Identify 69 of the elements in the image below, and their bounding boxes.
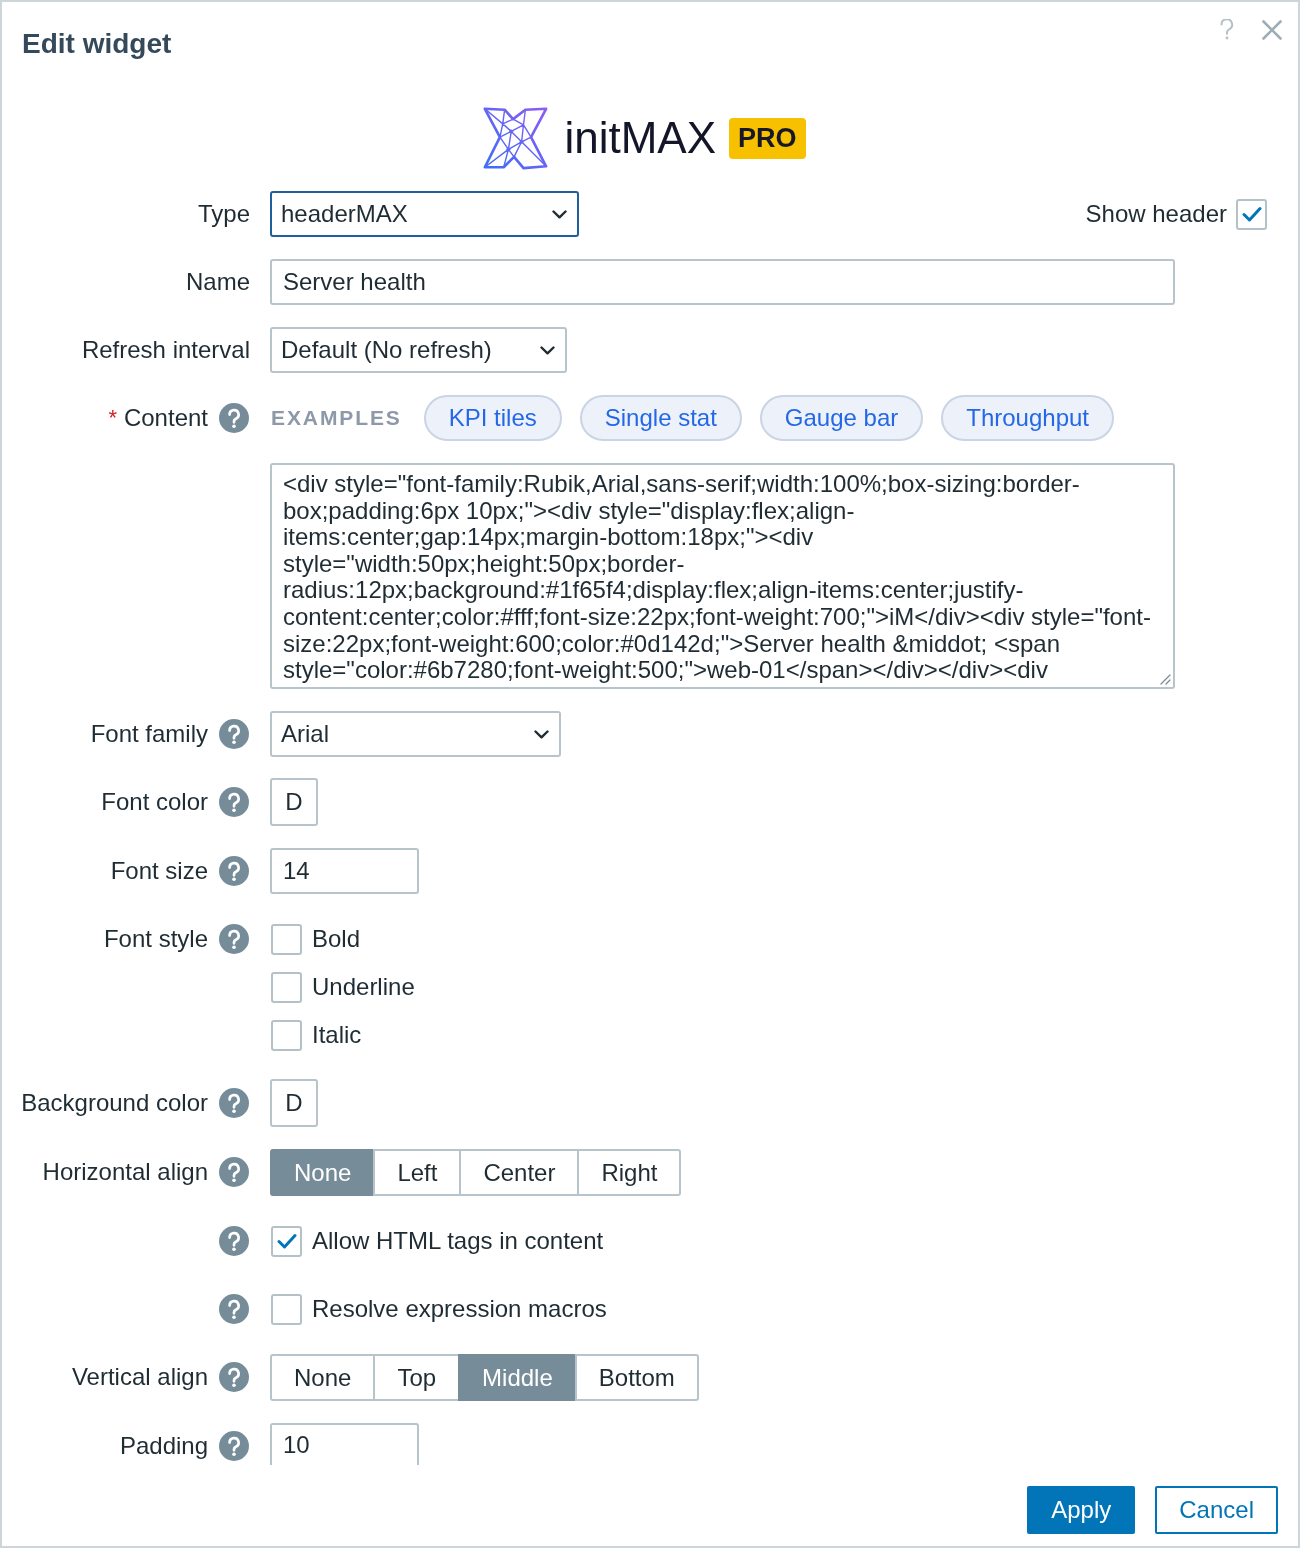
field-label: Font family <box>90 720 208 748</box>
font-size-input[interactable]: 14 <box>270 848 419 894</box>
checkbox[interactable] <box>271 923 302 955</box>
align-option[interactable]: Left <box>373 1149 462 1196</box>
field-label: Refresh interval <box>81 336 250 364</box>
caret-icon <box>552 209 567 219</box>
font-color-button[interactable]: D <box>270 778 318 826</box>
example-button[interactable]: Gauge bar <box>759 395 924 441</box>
field-label: Type <box>197 200 250 228</box>
pro-badge: PRO <box>729 117 806 159</box>
align-option[interactable]: Top <box>373 1354 461 1401</box>
help-icon[interactable] <box>219 1088 249 1118</box>
field-label: Font color <box>101 788 208 816</box>
checkbox-label: Show header <box>1085 200 1227 228</box>
help-icon[interactable] <box>219 856 249 886</box>
padding-input[interactable]: 10 <box>270 1423 419 1465</box>
help-icon[interactable] <box>219 1431 249 1461</box>
checkbox-label: Bold <box>312 925 361 953</box>
name-input[interactable]: Server health <box>270 259 1175 305</box>
background-color-button[interactable]: D <box>270 1079 318 1127</box>
checkbox[interactable] <box>271 1019 302 1051</box>
checkbox[interactable] <box>1236 198 1267 230</box>
required-marker: * <box>108 405 117 431</box>
help-icon[interactable] <box>219 1226 249 1256</box>
apply-button[interactable]: Apply <box>1027 1486 1136 1534</box>
checkbox-label: Underline <box>312 973 415 1001</box>
example-button[interactable]: Single stat <box>579 395 742 441</box>
type-select[interactable]: headerMAX <box>270 191 579 237</box>
caret-icon <box>540 345 555 355</box>
help-icon[interactable] <box>219 1157 249 1187</box>
help-icon[interactable] <box>219 787 249 817</box>
example-button[interactable]: KPI tiles <box>423 395 562 441</box>
field-label: Name <box>185 268 250 296</box>
field-label: Horizontal align <box>42 1158 208 1186</box>
checkbox[interactable] <box>271 971 302 1003</box>
logo-wordmark: initMAX <box>564 113 717 163</box>
resize-grip-icon[interactable] <box>1159 673 1171 685</box>
checkbox[interactable] <box>271 1225 302 1257</box>
field-label: Background color <box>21 1089 208 1117</box>
help-icon[interactable] <box>219 719 249 749</box>
example-button[interactable]: Throughput <box>941 395 1115 441</box>
help-icon[interactable] <box>1220 19 1234 40</box>
help-icon[interactable] <box>219 403 249 433</box>
field-label: Vertical align <box>71 1363 208 1391</box>
caret-icon <box>534 729 549 739</box>
checkbox-label: Italic <box>312 1021 362 1049</box>
checkbox-label: Allow HTML tags in content <box>312 1227 604 1255</box>
help-icon[interactable] <box>219 1294 249 1324</box>
check-icon <box>1241 206 1262 222</box>
align-option[interactable]: Bottom <box>574 1354 699 1401</box>
dialog-title: Edit widget <box>22 27 172 61</box>
align-option[interactable]: None <box>270 1354 376 1401</box>
close-icon[interactable] <box>1262 19 1282 40</box>
checkbox[interactable] <box>271 1293 302 1325</box>
field-label: Font size <box>110 857 208 885</box>
check-icon <box>276 1233 297 1249</box>
refresh-interval-select[interactable]: Default (No refresh) <box>270 327 567 373</box>
field-label: Padding <box>119 1432 208 1460</box>
cancel-button[interactable]: Cancel <box>1155 1486 1278 1534</box>
font-family-select[interactable]: Arial <box>270 711 561 757</box>
content-textarea[interactable]: <div style="font-family:Rubik,Arial,sans-serif;width:100%;box-sizing:border-box;padding:6px 10px;"><div style="display:flex;align-items:center;gap:14px;margin-bottom:18px;"><div style="width:50px;height:50px;border-radius:12px;background:#1f65f4;display:flex;align-items:center;justify-content:center;color:#fff;font-size:22px;font-weight:700;">iM</div><div style="font-size:22px;font-weight:600;color:#0d142d;">Server health &middot; <span style="color:#6b7280;font-weight:500;">web-01</span></div></div><div <box>270 463 1175 689</box>
field-label: Content <box>123 404 208 432</box>
examples-label: EXAMPLES <box>271 406 402 430</box>
help-icon[interactable] <box>219 924 249 954</box>
align-option[interactable]: Right <box>577 1149 682 1196</box>
checkbox-label: Resolve expression macros <box>312 1295 607 1323</box>
align-option[interactable]: Center <box>459 1149 580 1196</box>
help-icon[interactable] <box>219 1362 249 1392</box>
field-label: Font style <box>103 925 208 953</box>
